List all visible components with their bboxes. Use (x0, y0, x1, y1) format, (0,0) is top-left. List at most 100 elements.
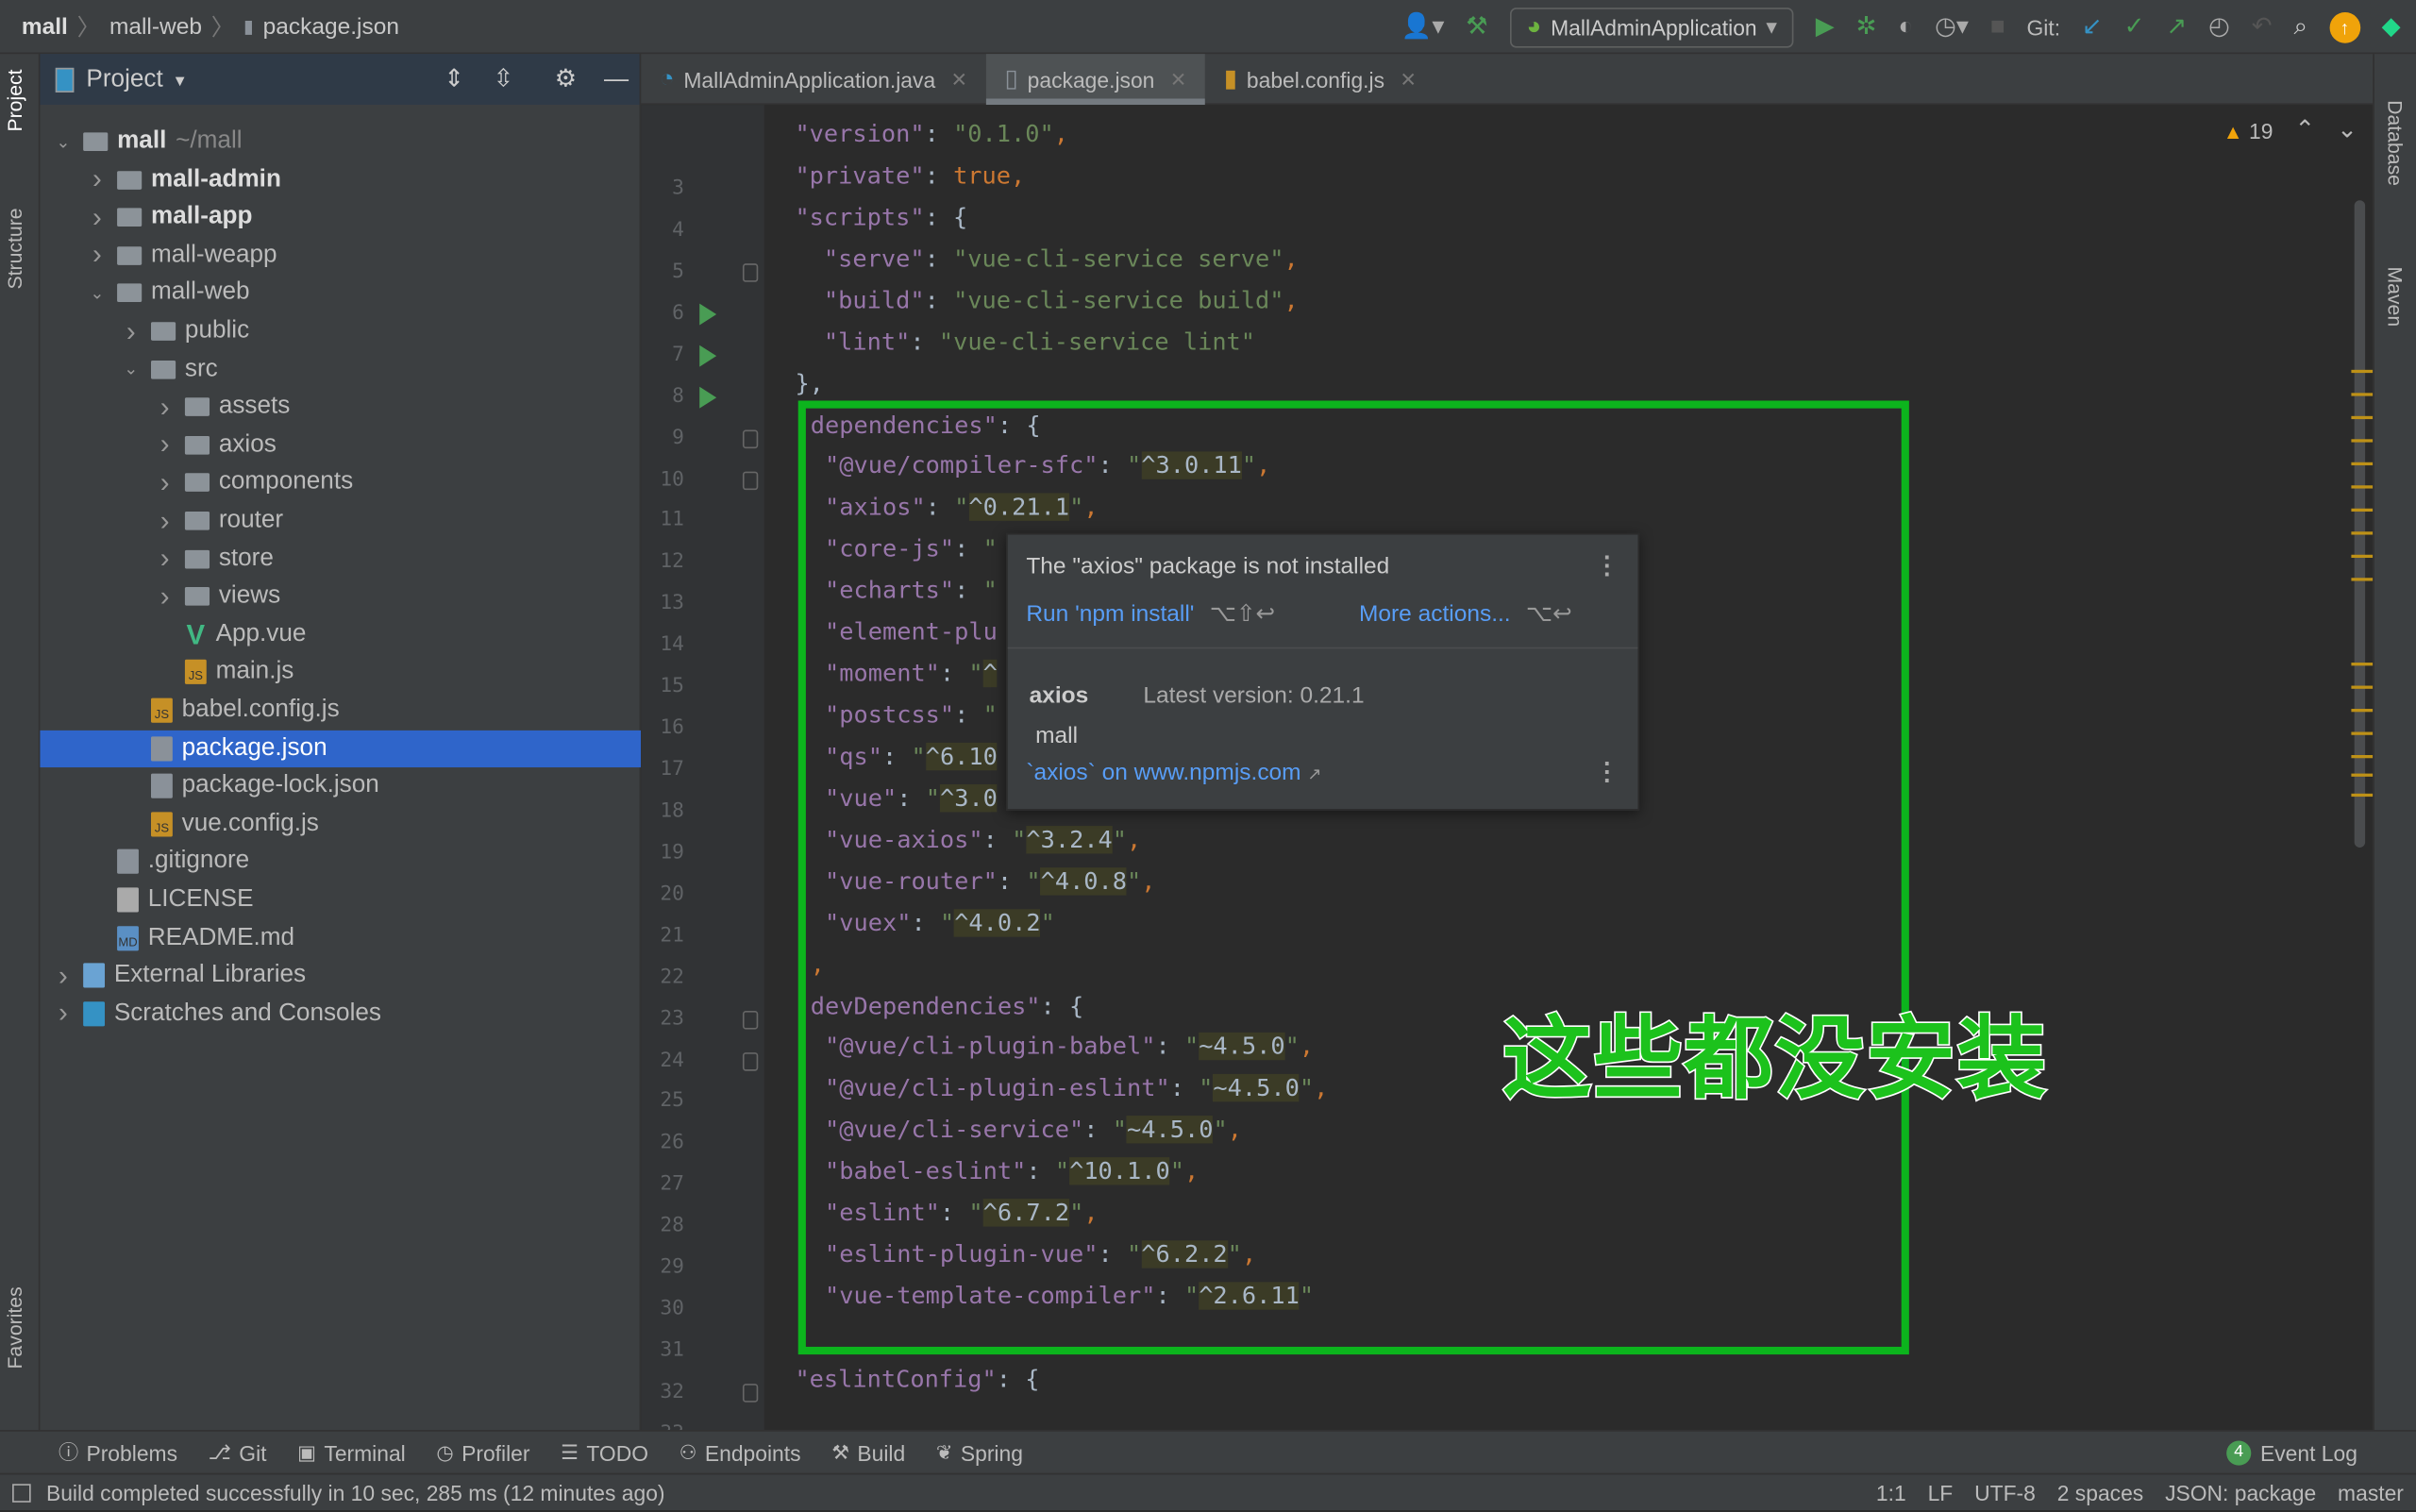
search-icon[interactable]: ⌕ (2294, 14, 2308, 40)
chevron-down-icon[interactable]: ⌄ (2337, 118, 2357, 143)
warning-marker[interactable] (2351, 485, 2374, 489)
warning-marker[interactable] (2351, 773, 2374, 777)
update-icon[interactable]: ↑ (2329, 11, 2360, 42)
caret-position[interactable]: 1:1 (1876, 1481, 1906, 1505)
tool-window-spring[interactable]: ❦ Spring (936, 1440, 1023, 1465)
event-log-button[interactable]: 4 Event Log (2226, 1439, 2357, 1465)
chevron-right-icon[interactable]: › (154, 543, 176, 575)
indent-setting[interactable]: 2 spaces (2057, 1481, 2144, 1505)
tool-tab-maven[interactable]: Maven (2384, 266, 2407, 327)
tree-item[interactable]: .gitignore (40, 844, 641, 881)
tree-item[interactable]: › mall-admin (40, 161, 641, 198)
fold-icon[interactable] (742, 428, 759, 448)
tree-item[interactable]: ⌄ mall-web (40, 275, 641, 311)
warning-marker[interactable] (2351, 709, 2374, 713)
tree-item[interactable]: JS babel.config.js (40, 692, 641, 729)
tree-item[interactable]: › store (40, 540, 641, 577)
tool-window-todo[interactable]: ☰ TODO (561, 1440, 648, 1465)
run-script-icon[interactable] (699, 386, 717, 409)
chevron-down-icon[interactable]: ⌄ (86, 283, 108, 304)
hide-icon[interactable]: — (604, 66, 629, 92)
line-separator[interactable]: LF (1928, 1481, 1954, 1505)
chevron-right-icon[interactable]: › (154, 428, 176, 461)
close-tab-icon[interactable]: ✕ (950, 67, 967, 92)
tree-item[interactable]: package.json (40, 730, 642, 767)
tool-tab-structure[interactable]: Structure (3, 208, 25, 289)
tree-item[interactable]: ⌄ mall ~/mall (40, 124, 641, 160)
more-options-icon[interactable]: ⋮ (1595, 550, 1619, 581)
git-update-icon[interactable]: ↙ (2082, 14, 2103, 40)
fold-icon[interactable] (742, 1384, 759, 1403)
chevron-right-icon[interactable]: › (86, 201, 108, 233)
warning-marker[interactable] (2351, 439, 2374, 443)
git-push-icon[interactable]: ↗ (2166, 14, 2187, 40)
chevron-down-icon[interactable]: ⌄ (53, 132, 75, 152)
inspection-widget[interactable]: ▲ 19 ⌃ ⌄ (2223, 118, 2357, 143)
json-schema[interactable]: JSON: package (2165, 1481, 2316, 1505)
tree-item[interactable]: › External Libraries (40, 957, 641, 994)
history-icon[interactable]: ◴ (2208, 14, 2230, 40)
tree-item[interactable]: LICENSE (40, 882, 641, 918)
tool-window-terminal[interactable]: ▣ Terminal (297, 1440, 406, 1465)
close-tab-icon[interactable]: ✕ (1170, 67, 1187, 92)
debug-icon[interactable]: ✲ (1856, 14, 1877, 40)
breadcrumb-package-json[interactable]: package.json (263, 13, 399, 40)
build-hammer-icon[interactable]: ⚒ (1466, 14, 1487, 40)
tree-item[interactable]: › views (40, 579, 641, 615)
tool-tab-project[interactable]: Project (3, 69, 25, 131)
tree-item[interactable]: › router (40, 502, 641, 539)
editor-tab[interactable]: ▮ babel.config.js ✕ (1205, 54, 1435, 105)
fold-icon[interactable] (742, 262, 759, 282)
warning-marker[interactable] (2351, 754, 2374, 759)
user-icon[interactable]: 👤▾ (1401, 14, 1445, 40)
warning-marker[interactable] (2351, 578, 2374, 581)
tool-tab-favorites[interactable]: Favorites (3, 1286, 25, 1369)
tool-tab-database[interactable]: Database (2384, 100, 2407, 186)
warning-marker[interactable] (2351, 393, 2374, 396)
chevron-right-icon[interactable]: › (53, 960, 75, 992)
tree-item[interactable]: › mall-weapp (40, 237, 641, 274)
warning-marker[interactable] (2351, 793, 2374, 798)
stop-icon[interactable]: ■ (1990, 14, 2005, 40)
breadcrumb-mall-web[interactable]: mall-web (109, 13, 202, 40)
coverage-icon[interactable]: ◐ (1898, 14, 1913, 40)
toolbox-icon[interactable]: ◆ (2382, 14, 2401, 40)
tool-window-build[interactable]: ⚒ Build (831, 1440, 905, 1465)
run-script-icon[interactable] (699, 344, 717, 367)
tree-item[interactable]: MD README.md (40, 919, 641, 956)
tree-item[interactable]: › components (40, 464, 641, 501)
collapse-all-icon[interactable]: ⇳ (493, 66, 513, 92)
warning-marker[interactable] (2351, 731, 2374, 735)
chevron-right-icon[interactable]: › (154, 580, 176, 613)
breadcrumb-mall[interactable]: mall (22, 13, 68, 40)
chevron-down-icon[interactable]: ⌄ (120, 360, 142, 379)
tool-window-profiler[interactable]: ◷ Profiler (436, 1440, 529, 1465)
warning-marker[interactable] (2351, 554, 2374, 559)
tree-item[interactable]: ⌄ src (40, 351, 641, 388)
warning-marker[interactable] (2351, 369, 2374, 374)
tool-window-endpoints[interactable]: ⚇ Endpoints (680, 1440, 801, 1465)
chevron-up-icon[interactable]: ⌃ (2294, 118, 2315, 143)
gear-icon[interactable]: ⚙ (555, 66, 577, 92)
more-options-icon[interactable]: ⋮ (1595, 757, 1619, 788)
fold-icon[interactable] (742, 1051, 759, 1070)
file-encoding[interactable]: UTF-8 (1974, 1481, 2036, 1505)
run-npm-install-link[interactable]: Run 'npm install' (1026, 601, 1194, 628)
tree-item[interactable]: › Scratches and Consoles (40, 995, 641, 1032)
expand-all-icon[interactable]: ⇕ (444, 66, 464, 92)
tree-item[interactable]: JS main.js (40, 654, 641, 691)
status-message[interactable]: Build completed successfully in 10 sec, … (46, 1480, 665, 1504)
rollback-icon[interactable]: ↶ (2252, 14, 2273, 40)
warning-marker[interactable] (2351, 685, 2374, 689)
run-icon[interactable]: ▶ (1816, 14, 1835, 40)
tree-item[interactable]: V App.vue (40, 616, 641, 653)
git-commit-icon[interactable]: ✓ (2124, 14, 2145, 40)
git-branch[interactable]: master (2338, 1481, 2404, 1505)
chevron-right-icon[interactable]: › (86, 240, 108, 272)
run-configuration-select[interactable]: ◕ MallAdminApplication ▾ (1509, 7, 1794, 47)
warning-marker[interactable] (2351, 508, 2374, 512)
more-actions-link[interactable]: More actions... (1359, 601, 1511, 628)
chevron-right-icon[interactable]: › (120, 315, 142, 347)
warning-marker[interactable] (2351, 663, 2374, 666)
warning-marker[interactable] (2351, 415, 2374, 420)
